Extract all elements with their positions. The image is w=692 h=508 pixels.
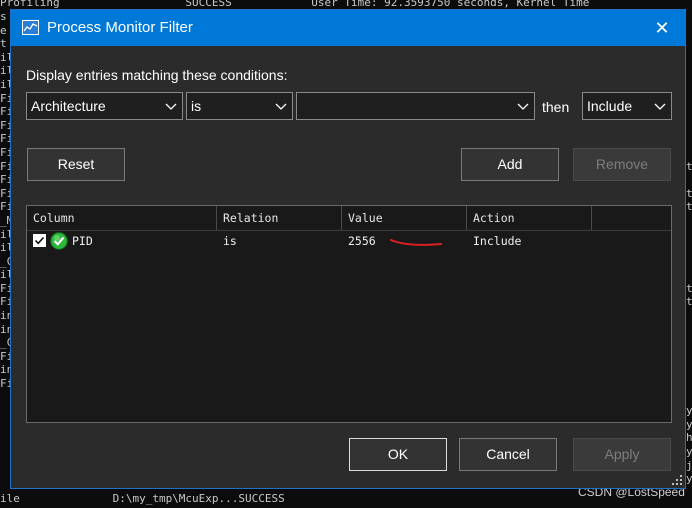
title-bar[interactable]: Process Monitor Filter ✕	[11, 10, 685, 46]
relation-select[interactable]: is	[186, 92, 293, 120]
action-select-value: Include	[587, 98, 633, 114]
row-value: 2556	[348, 234, 376, 248]
apply-button[interactable]: Apply	[573, 438, 671, 471]
console-bottom-line: ile D:\my_tmp\McuExp...SUCCESS	[0, 492, 285, 505]
filter-list[interactable]: Column Relation Value Action PID is 2556…	[26, 205, 672, 423]
console-right-column: t t t t t y y h y j y	[686, 159, 692, 486]
reset-button[interactable]: Reset	[27, 148, 125, 181]
dialog-title: Process Monitor Filter	[47, 19, 193, 36]
process-monitor-icon	[22, 20, 39, 35]
chevron-down-icon	[654, 103, 666, 110]
desktop: Profiling SUCCESS User Time: 92.3593750 …	[0, 0, 692, 508]
red-annotation-mark	[390, 239, 442, 246]
conditions-label: Display entries matching these condition…	[26, 67, 288, 83]
action-select[interactable]: Include	[582, 92, 672, 120]
resize-grip-icon[interactable]	[671, 474, 683, 486]
close-icon: ✕	[654, 18, 670, 38]
ok-button[interactable]: OK	[349, 438, 447, 471]
then-label: then	[542, 99, 570, 115]
column-header-action[interactable]: Action	[467, 206, 592, 230]
chevron-down-icon	[165, 103, 177, 110]
add-button[interactable]: Add	[461, 148, 559, 181]
relation-select-value: is	[191, 98, 202, 114]
column-select[interactable]: Architecture	[26, 92, 183, 120]
filter-dialog: Process Monitor Filter ✕ Display entries…	[10, 9, 686, 489]
row-checkbox[interactable]	[33, 234, 46, 247]
cancel-button[interactable]: Cancel	[459, 438, 557, 471]
column-select-value: Architecture	[31, 98, 106, 114]
column-header-value[interactable]: Value	[342, 206, 467, 230]
row-action: Include	[473, 234, 522, 248]
column-header-relation[interactable]: Relation	[217, 206, 342, 230]
include-check-icon	[50, 232, 68, 250]
row-relation: is	[223, 234, 237, 248]
close-button[interactable]: ✕	[639, 10, 685, 46]
chevron-down-icon	[275, 103, 287, 110]
row-column: PID	[72, 234, 93, 248]
console-top-line: Profiling SUCCESS User Time: 92.3593750 …	[0, 0, 590, 9]
column-header-column[interactable]: Column	[27, 206, 217, 230]
chevron-down-icon	[517, 103, 529, 110]
remove-button[interactable]: Remove	[573, 148, 671, 181]
value-input[interactable]	[296, 92, 535, 120]
table-row[interactable]: PID is 2556 Include	[27, 230, 671, 252]
list-header: Column Relation Value Action	[27, 206, 671, 231]
checkmark-icon	[34, 236, 45, 245]
